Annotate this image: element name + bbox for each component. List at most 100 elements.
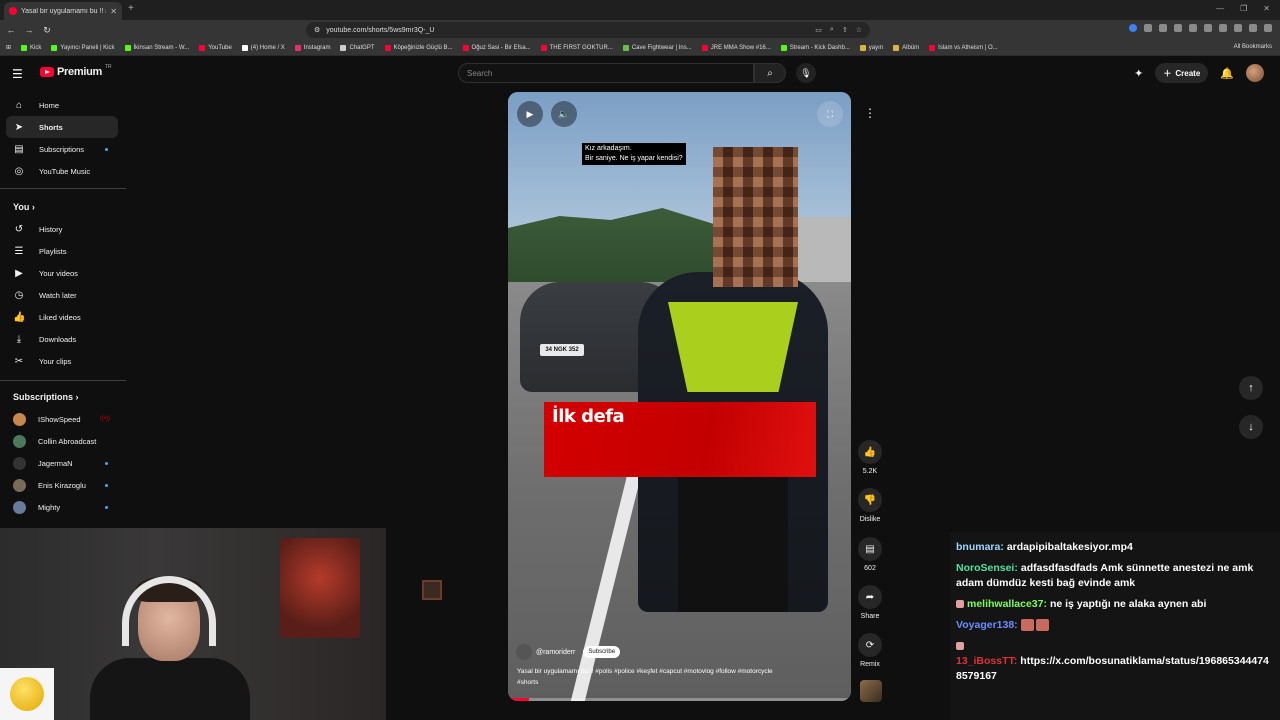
bookmark-item[interactable]: ChatGPT (340, 44, 375, 51)
notifications-bell-icon[interactable]: 🔔 (1220, 67, 1234, 80)
chat-username[interactable]: 13_iBossTT: (956, 655, 1017, 667)
cast-icon[interactable]: ✦ (1134, 67, 1143, 80)
dislike-button[interactable]: 👎 Dislike (854, 488, 886, 523)
bookmark-item[interactable]: THE FIRST GOKTUR... (540, 44, 613, 51)
video-description[interactable]: Yasal bir uygulamamı bu !! #polis #polic… (517, 666, 787, 688)
bookmark-item[interactable]: Cave Fightwear | Ins... (622, 44, 692, 51)
browser-tab[interactable]: Yasal bir uygulamamı bu !! #poli ✕ (4, 2, 122, 20)
more-options-icon[interactable]: ⋮ (864, 106, 876, 120)
sidebar-you-heading[interactable]: You › (13, 202, 35, 212)
subscription-item[interactable]: JagermaN (6, 452, 118, 474)
new-tab-icon[interactable]: + (128, 3, 134, 14)
menu-icon[interactable] (1264, 24, 1272, 32)
sidebar-item-label: Downloads (39, 334, 77, 344)
profile-icon[interactable] (1249, 24, 1257, 32)
bookmark-item[interactable]: JRE MMA Show #16... (701, 44, 771, 51)
play-button[interactable]: ▶ (517, 101, 543, 127)
youtube-premium-logo[interactable]: Premium TR (40, 64, 112, 78)
sidebar-item-your-videos[interactable]: ▶ Your videos (6, 262, 118, 284)
like-button[interactable]: 👍 5.2K (854, 440, 886, 475)
subscriptions-heading-label: Subscriptions (13, 392, 74, 402)
bookmark-item[interactable]: Köpeğinizle Güçlü B... (384, 44, 453, 51)
restore-icon[interactable]: ❐ (1240, 4, 1247, 13)
cast-icon[interactable]: ▭ (815, 26, 822, 34)
extension-icon[interactable] (1189, 24, 1197, 32)
extension-icon[interactable] (1144, 24, 1152, 32)
sidebar-item-youtube-music[interactable]: ◎ YouTube Music (6, 160, 118, 182)
channel-name[interactable]: @ramoriderr (536, 649, 575, 656)
remix-button[interactable]: ⟳ Remix (854, 633, 886, 668)
fullscreen-button[interactable]: ⛶ (817, 101, 843, 127)
sidebar-item-shorts[interactable]: ➤ Shorts (6, 116, 118, 138)
bookmark-item[interactable]: Instagram (294, 44, 330, 51)
sidebar-item-watch-later[interactable]: ◷ Watch later (6, 284, 118, 306)
downloads-icon: ⤓ (16, 333, 22, 345)
sidebar-subscriptions-heading[interactable]: Subscriptions › (13, 392, 79, 402)
bookmark-item[interactable]: Albüm (893, 44, 919, 51)
bookmark-item[interactable]: Kick (21, 44, 41, 51)
sidebar-item-history[interactable]: ↺ History (6, 218, 118, 240)
bookmark-item[interactable]: (4) Home / X (241, 44, 285, 51)
extension-icon[interactable] (1129, 24, 1137, 32)
sidepanel-icon[interactable] (1234, 24, 1242, 32)
forward-icon[interactable]: → (22, 25, 36, 35)
bookmark-item[interactable]: yayın (859, 44, 883, 51)
subscription-item[interactable]: Enis Kirazoglu (6, 474, 118, 496)
video-progress-bar[interactable] (508, 698, 851, 701)
url-field[interactable]: ⚙ youtube.com/shorts/5ws9mr3Q-_U ▭ ⌕ ⇪ ☆ (306, 22, 870, 38)
bookmark-star-icon[interactable]: ☆ (856, 26, 862, 34)
subscribe-button[interactable]: Subscribe (583, 646, 621, 658)
search-input[interactable]: Search (458, 63, 754, 83)
previous-short-button[interactable]: ↑ (1239, 376, 1263, 400)
sidebar-item-your-clips[interactable]: ✂ Your clips (6, 350, 118, 372)
sidebar-item-downloads[interactable]: ⤓ Downloads (6, 328, 118, 350)
sidebar-item-home[interactable]: ⌂ Home (6, 94, 118, 116)
volume-button[interactable]: 🔈 (551, 101, 577, 127)
media-icon[interactable] (1219, 24, 1227, 32)
apps-grid-icon[interactable]: ⊞ (6, 44, 11, 51)
avatar[interactable] (1246, 64, 1264, 82)
bookmark-item[interactable]: Islam vs Atheism | O... (929, 44, 998, 51)
comments-button[interactable]: ▤ 602 (854, 537, 886, 572)
remix-label: Remix (860, 661, 880, 668)
extension-icon[interactable] (1159, 24, 1167, 32)
emoji-face-icon (10, 677, 44, 711)
zoom-icon[interactable]: ⌕ (830, 26, 834, 34)
bookmark-item[interactable]: Yayıncı Paneli | Kick (51, 44, 115, 51)
sidebar-item-label: Shorts (39, 122, 63, 132)
subscription-item[interactable]: Mighty (6, 496, 118, 518)
close-tab-icon[interactable]: ✕ (110, 7, 117, 16)
extension-icon[interactable] (1174, 24, 1182, 32)
chat-username[interactable]: NoroSensei: (956, 562, 1018, 574)
chat-username[interactable]: melihwallace37: (967, 598, 1047, 610)
site-info-icon[interactable]: ⚙ (314, 26, 320, 34)
back-icon[interactable]: ← (4, 25, 18, 35)
shorts-video-player[interactable]: 34 NGK 352 Kız arkadaşım. Bir saniye. Ne… (508, 92, 851, 701)
bookmark-item[interactable]: İkinsan Stream - W... (124, 44, 189, 51)
sidebar-item-subscriptions[interactable]: ▤ Subscriptions (6, 138, 118, 160)
share-page-icon[interactable]: ⇪ (842, 26, 848, 34)
minimize-icon[interactable]: — (1216, 4, 1224, 13)
share-button[interactable]: ➦ Share (854, 585, 886, 620)
bookmark-item[interactable]: YouTube (199, 44, 232, 51)
bookmark-item[interactable]: Stream - Kick Dashb... (780, 44, 850, 51)
bookmark-label: YouTube (208, 44, 232, 51)
sidebar-item-playlists[interactable]: ☰ Playlists (6, 240, 118, 262)
channel-avatar[interactable] (516, 644, 532, 660)
sidebar-item-liked-videos[interactable]: 👍 Liked videos (6, 306, 118, 328)
chat-username[interactable]: Voyager138: (956, 619, 1018, 631)
bookmark-item[interactable]: Oğuz Sasi - Bir Efsa... (462, 44, 531, 51)
sound-thumbnail[interactable] (860, 680, 882, 702)
all-bookmarks-button[interactable]: All Bookmarks (1234, 44, 1272, 50)
hamburger-menu-icon[interactable]: ☰ (12, 67, 23, 81)
chat-username[interactable]: bnumara: (956, 541, 1004, 553)
subscription-item[interactable]: IShowSpeed ((•)) (6, 408, 118, 430)
downloads-icon[interactable] (1204, 24, 1212, 32)
reload-icon[interactable]: ↻ (40, 25, 54, 36)
voice-search-button[interactable]: 🎙 (796, 63, 816, 83)
subscription-item[interactable]: Collin Abroadcast (6, 430, 118, 452)
close-window-icon[interactable]: ✕ (1263, 4, 1270, 13)
search-button[interactable]: ⌕ (754, 63, 786, 83)
next-short-button[interactable]: ↓ (1239, 415, 1263, 439)
create-button[interactable]: ＋ Create (1155, 63, 1209, 83)
